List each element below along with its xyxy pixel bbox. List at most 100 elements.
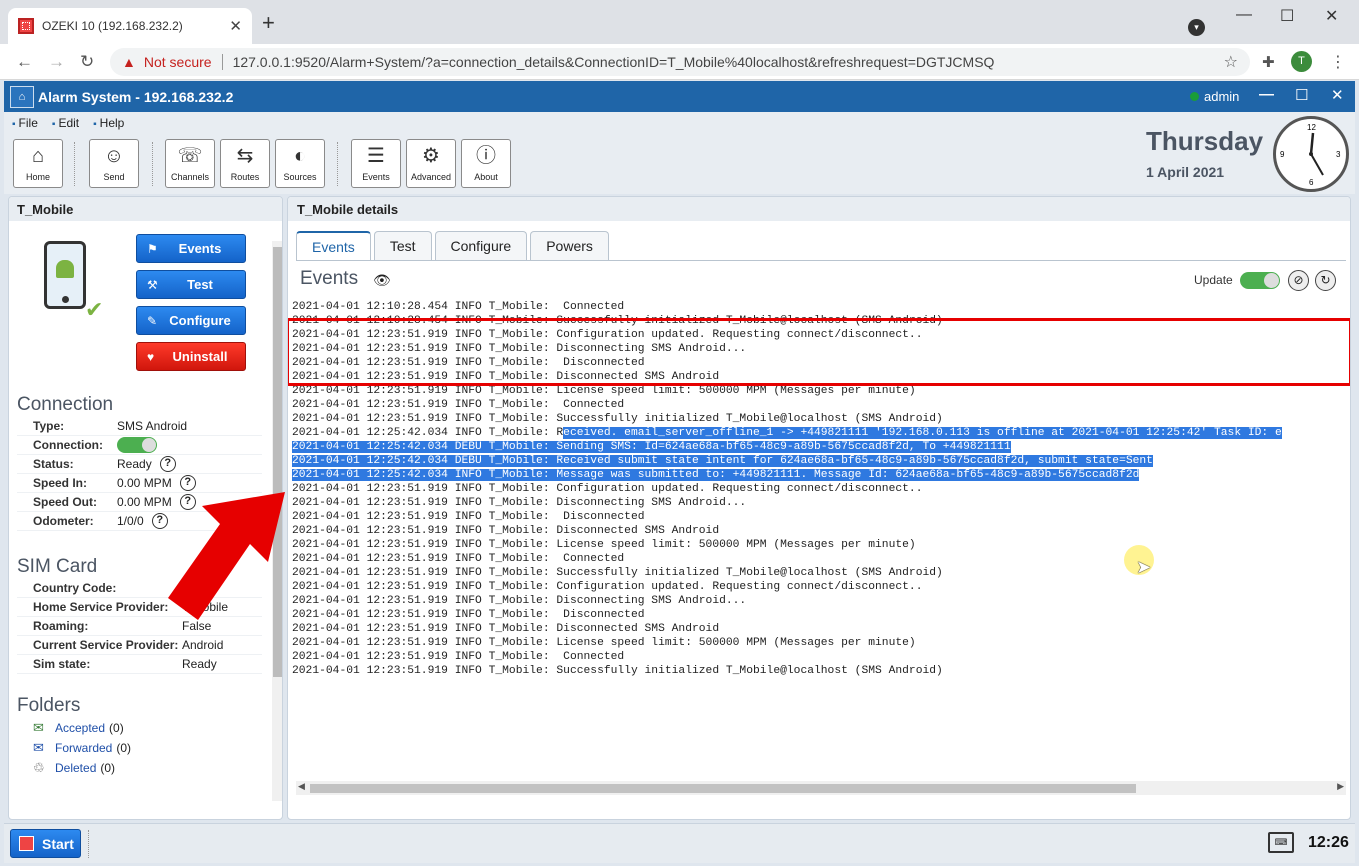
refresh-icon[interactable]: ↻	[1315, 270, 1336, 291]
toolbar-channels-button[interactable]: ☏ Channels	[165, 139, 215, 188]
type-label: Type:	[33, 419, 65, 433]
home-icon: ⌂	[31, 145, 45, 167]
log-line: 2021-04-01 12:10:28.454 INFO T_Mobile: C…	[292, 301, 625, 313]
log-line: 2021-04-01 12:23:51.919 INFO T_Mobile: D…	[292, 609, 645, 621]
tab-test[interactable]: Test	[373, 231, 432, 260]
profile-avatar[interactable]: T	[1291, 51, 1312, 72]
app-maximize-button[interactable]: ☐	[1295, 86, 1308, 104]
start-button[interactable]: Start	[10, 829, 81, 858]
android-phone-icon	[44, 241, 86, 309]
menu-help[interactable]: Help	[93, 116, 125, 130]
help-icon[interactable]: ?	[159, 456, 176, 472]
scroll-left-icon[interactable]: ◀	[298, 781, 305, 792]
app-minimize-button[interactable]: —	[1259, 86, 1274, 103]
browser-tabstrip: OZEKI 10 (192.168.232.2) ✕ + ▾ — ☐ ✕	[0, 0, 1359, 44]
browser-tab[interactable]: OZEKI 10 (192.168.232.2) ✕	[8, 8, 252, 44]
toolbar-advanced-label: Advanced	[410, 172, 452, 182]
forwarded-envelope-icon: ✉	[33, 740, 44, 755]
menu-edit[interactable]: Edit	[52, 116, 79, 130]
mouse-cursor-icon: ➤	[1136, 557, 1152, 577]
forwarded-link[interactable]: Forwarded	[55, 741, 112, 755]
test-action-button[interactable]: ⚒ Test	[136, 270, 246, 299]
toolbar-send-button[interactable]: ☺ Send	[89, 139, 139, 188]
log-line: 2021-04-01 12:23:51.919 INFO T_Mobile: C…	[292, 581, 923, 593]
sidebar-title: T_Mobile	[9, 197, 282, 221]
toolbar-routes-button[interactable]: ⇆ Routes	[220, 139, 270, 188]
update-toggle[interactable]	[1240, 272, 1280, 289]
send-icon: ☺	[103, 145, 125, 167]
sim-state-value: Ready	[182, 657, 217, 671]
browser-menu-icon[interactable]: ⋮	[1330, 52, 1346, 72]
toolbar-send-label: Send	[103, 172, 125, 182]
app-title: Alarm System - 192.168.232.2	[38, 88, 234, 105]
toolbar-sources-button[interactable]: ◐ Sources	[275, 139, 325, 188]
close-window-button[interactable]: ✕	[1325, 6, 1338, 26]
configure-action-button[interactable]: ✎ Configure	[136, 306, 246, 335]
back-icon[interactable]: ←	[16, 52, 33, 72]
scroll-right-icon[interactable]: ▶	[1337, 781, 1344, 792]
toolbar-separator	[337, 142, 338, 186]
status-value: Ready	[117, 457, 152, 471]
clear-log-icon[interactable]: ⊘	[1288, 270, 1309, 291]
toolbar-advanced-button[interactable]: ⚙ Advanced	[406, 139, 456, 188]
toolbar-events-button[interactable]: ☰ Events	[351, 139, 401, 188]
help-icon[interactable]: ?	[179, 475, 196, 491]
scrollbar-thumb[interactable]	[310, 784, 1136, 793]
folder-accepted[interactable]: ✉ Accepted (0)	[33, 720, 124, 736]
accepted-link[interactable]: Accepted	[55, 721, 105, 735]
folder-deleted[interactable]: ♲ Deleted (0)	[33, 760, 115, 776]
tab-events[interactable]: Events	[296, 231, 371, 260]
info-icon: ⓘ	[476, 145, 496, 167]
tab-search-icon[interactable]: ▾	[1188, 19, 1205, 36]
log-horizontal-scrollbar[interactable]: ◀ ▶	[296, 781, 1346, 795]
new-tab-button[interactable]: +	[262, 12, 275, 34]
maximize-window-button[interactable]: ☐	[1280, 6, 1294, 26]
events-action-button[interactable]: ⚑ Events	[136, 234, 246, 263]
minimize-window-button[interactable]: —	[1236, 6, 1252, 24]
deleted-link[interactable]: Deleted	[55, 761, 96, 775]
extensions-icon[interactable]: ✚	[1262, 53, 1275, 71]
events-heading: Events	[300, 268, 359, 289]
user-indicator[interactable]: admin	[1190, 89, 1239, 104]
log-line: 2021-04-01 12:23:51.919 INFO T_Mobile: C…	[292, 399, 625, 411]
speed-out-label: Speed Out:	[33, 495, 98, 509]
url-text[interactable]: 127.0.0.1:9520/Alarm+System/?a=connectio…	[233, 54, 995, 70]
svg-text:9: 9	[1280, 150, 1285, 159]
forward-icon[interactable]: →	[48, 52, 65, 72]
menu-file[interactable]: File	[12, 116, 38, 130]
username: admin	[1204, 89, 1240, 104]
warning-icon: ▲	[122, 54, 136, 70]
red-arrow-icon	[168, 492, 285, 620]
routes-icon: ⇆	[236, 145, 254, 167]
log-line: 2021-04-01 12:23:51.919 INFO T_Mobile: D…	[292, 623, 720, 635]
toolbar-events-label: Events	[362, 172, 390, 182]
tab-configure[interactable]: Configure	[434, 231, 528, 260]
type-value: SMS Android	[117, 419, 188, 433]
events-icon: ☰	[367, 145, 385, 167]
tab-close-icon[interactable]: ✕	[229, 17, 242, 35]
property-row: Type: SMS Android	[17, 417, 262, 436]
browser-toolbar: ← → ↻ ▲ Not secure 127.0.0.1:9520/Alarm+…	[0, 44, 1359, 80]
eye-icon[interactable]: 👁	[373, 272, 391, 289]
tab-powers[interactable]: Powers	[530, 231, 609, 260]
folder-forwarded[interactable]: ✉ Forwarded (0)	[33, 740, 131, 756]
online-status-icon	[1190, 92, 1199, 101]
log-line: 2021-04-01 12:23:51.919 INFO T_Mobile: D…	[292, 511, 645, 523]
bookmark-star-icon[interactable]: ☆	[1224, 52, 1238, 72]
connection-toggle[interactable]	[117, 437, 157, 453]
toolbar-home-button[interactable]: ⌂ Home	[13, 139, 63, 188]
log-line: 2021-04-01 12:23:51.919 INFO T_Mobile: S…	[292, 413, 943, 425]
odometer-label: Odometer:	[33, 514, 94, 528]
tab-divider	[296, 260, 1346, 261]
log-line: 2021-04-01 12:23:51.919 INFO T_Mobile: L…	[292, 637, 916, 649]
not-secure-label[interactable]: Not secure	[144, 54, 212, 70]
app-close-button[interactable]: ✕	[1331, 86, 1344, 104]
address-bar[interactable]: ▲ Not secure 127.0.0.1:9520/Alarm+System…	[110, 48, 1250, 76]
uninstall-action-button[interactable]: ♥ Uninstall	[136, 342, 246, 371]
keyboard-icon[interactable]: ⌨	[1268, 832, 1294, 853]
reload-icon[interactable]: ↻	[80, 52, 94, 72]
toolbar-about-button[interactable]: ⓘ About	[461, 139, 511, 188]
folders-heading: Folders	[17, 695, 81, 716]
broken-heart-icon: ♥	[147, 349, 155, 364]
current-provider-label: Current Service Provider:	[33, 638, 179, 652]
